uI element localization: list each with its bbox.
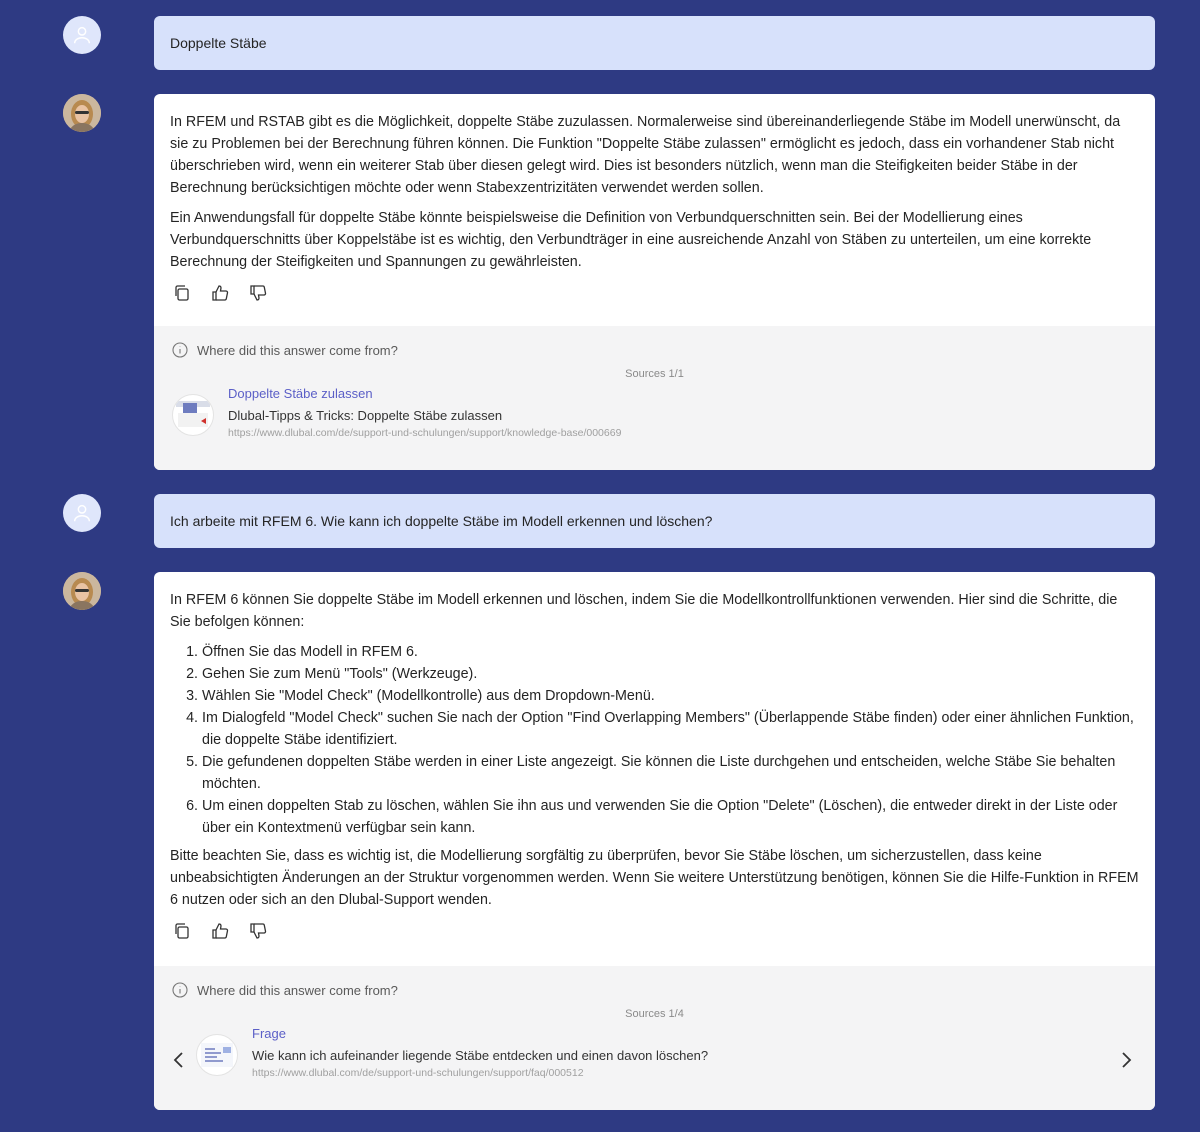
feedback-actions	[170, 919, 1139, 957]
list-item: Die gefundenen doppelten Stäbe werden in…	[202, 751, 1139, 795]
source-link[interactable]: Frage	[252, 1026, 708, 1041]
answer-paragraph: Ein Anwendungsfall für doppelte Stäbe kö…	[170, 210, 1092, 270]
sources-header: Where did this answer come from?	[172, 342, 1137, 358]
sources-panel: Where did this answer come from? Sources…	[154, 966, 1155, 1110]
thumbs-up-icon[interactable]	[210, 921, 230, 941]
user-message-text: Doppelte Stäbe	[170, 35, 267, 51]
user-avatar	[63, 494, 101, 532]
source-description: Wie kann ich aufeinander liegende Stäbe …	[252, 1048, 709, 1063]
assistant-avatar	[63, 94, 101, 132]
answer-paragraph: In RFEM und RSTAB gibt es die Möglichkei…	[170, 114, 1121, 196]
user-message-text: Ich arbeite mit RFEM 6. Wie kann ich dop…	[170, 513, 713, 529]
thumbs-down-icon[interactable]	[248, 283, 268, 303]
user-avatar	[63, 16, 101, 54]
assistant-avatar	[63, 572, 101, 610]
list-item: Öffnen Sie das Modell in RFEM 6.	[202, 641, 1139, 663]
list-item: Um einen doppelten Stab zu löschen, wähl…	[202, 795, 1139, 839]
steps-list: Öffnen Sie das Modell in RFEM 6. Gehen S…	[170, 641, 1139, 839]
source-url[interactable]: https://www.dlubal.com/de/support-und-sc…	[252, 1067, 708, 1079]
copy-icon[interactable]	[172, 921, 192, 941]
answer-intro: In RFEM 6 können Sie doppelte Stäbe im M…	[170, 592, 1118, 630]
list-item: Im Dialogfeld "Model Check" suchen Sie n…	[202, 707, 1139, 751]
user-message: Doppelte Stäbe	[154, 16, 1155, 70]
source-card[interactable]: Doppelte Stäbe zulassen Dlubal-Tipps & T…	[172, 386, 1137, 439]
copy-icon[interactable]	[172, 283, 192, 303]
user-icon	[73, 26, 91, 44]
chevron-left-icon[interactable]	[172, 1050, 186, 1076]
info-icon	[172, 982, 188, 998]
list-item: Wählen Sie "Model Check" (Modellkontroll…	[202, 685, 1139, 707]
assistant-message: In RFEM 6 können Sie doppelte Stäbe im M…	[154, 572, 1155, 1110]
list-item: Gehen Sie zum Menü "Tools" (Werkzeuge).	[202, 663, 1139, 685]
user-icon	[73, 504, 91, 522]
sources-count: Sources 1/1	[625, 368, 684, 380]
user-message: Ich arbeite mit RFEM 6. Wie kann ich dop…	[154, 494, 1155, 548]
chevron-right-icon[interactable]	[1119, 1050, 1133, 1076]
source-description: Dlubal-Tipps & Tricks: Doppelte Stäbe zu…	[228, 408, 503, 423]
sources-header: Where did this answer come from?	[172, 982, 1137, 998]
feedback-actions	[170, 281, 1139, 319]
thumbs-up-icon[interactable]	[210, 283, 230, 303]
source-thumbnail	[172, 394, 214, 436]
source-link[interactable]: Doppelte Stäbe zulassen	[228, 386, 621, 401]
source-url[interactable]: https://www.dlubal.com/de/support-und-sc…	[228, 427, 621, 439]
sources-count: Sources 1/4	[625, 1008, 684, 1020]
source-thumbnail	[196, 1034, 238, 1076]
sources-panel: Where did this answer come from? Sources…	[154, 326, 1155, 470]
answer-outro: Bitte beachten Sie, dass es wichtig ist,…	[170, 848, 1139, 908]
assistant-message: In RFEM und RSTAB gibt es die Möglichkei…	[154, 94, 1155, 470]
info-icon	[172, 342, 188, 358]
source-card[interactable]: Frage Wie kann ich aufeinander liegende …	[172, 1026, 1137, 1079]
thumbs-down-icon[interactable]	[248, 921, 268, 941]
